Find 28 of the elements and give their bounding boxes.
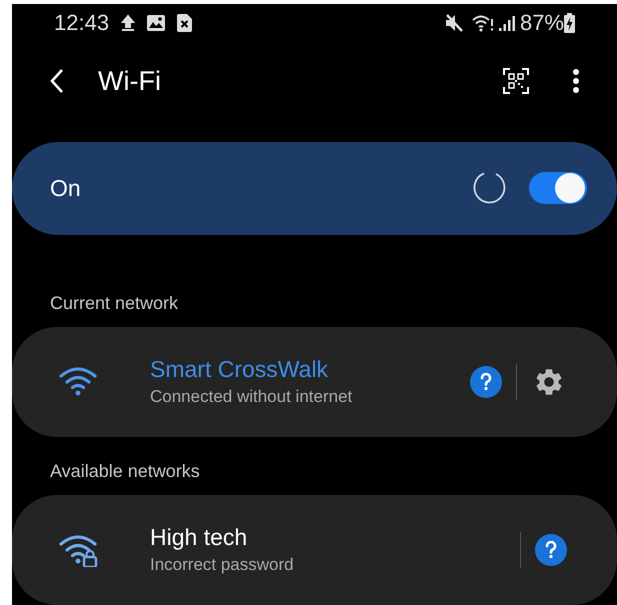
page-title: Wi-Fi: [98, 65, 161, 98]
battery-percent: 87%: [520, 9, 564, 38]
help-button[interactable]: [470, 366, 502, 398]
network-row[interactable]: Smart CrossWalk Connected without internet: [12, 327, 617, 437]
network-name: Smart CrossWalk: [150, 355, 330, 384]
qr-code-icon: [503, 68, 529, 94]
mute-icon: [444, 12, 464, 33]
qr-scan-button[interactable]: [501, 66, 531, 96]
more-icon: [572, 68, 580, 94]
network-name: High tech: [150, 523, 248, 552]
clock: 12:43: [54, 9, 110, 38]
signal-icon: [498, 14, 516, 32]
section-header: Current network: [49, 292, 180, 315]
image-icon: [147, 14, 166, 31]
upload-icon: [121, 14, 136, 32]
switch-label: On: [50, 174, 81, 204]
wifi-status-icon: [472, 14, 494, 32]
sim-error-icon: [177, 14, 192, 32]
network-status: Connected without internet: [150, 386, 354, 408]
network-status: Incorrect password: [150, 554, 295, 576]
network-row[interactable]: High tech Incorrect password: [12, 495, 617, 605]
back-icon: [50, 68, 64, 94]
question-icon: [480, 373, 492, 391]
wifi-toggle[interactable]: [529, 172, 587, 204]
help-button[interactable]: [535, 534, 567, 566]
question-icon: [545, 541, 557, 559]
battery-charging-icon: [564, 12, 575, 33]
section-header: Available networks: [49, 460, 201, 483]
